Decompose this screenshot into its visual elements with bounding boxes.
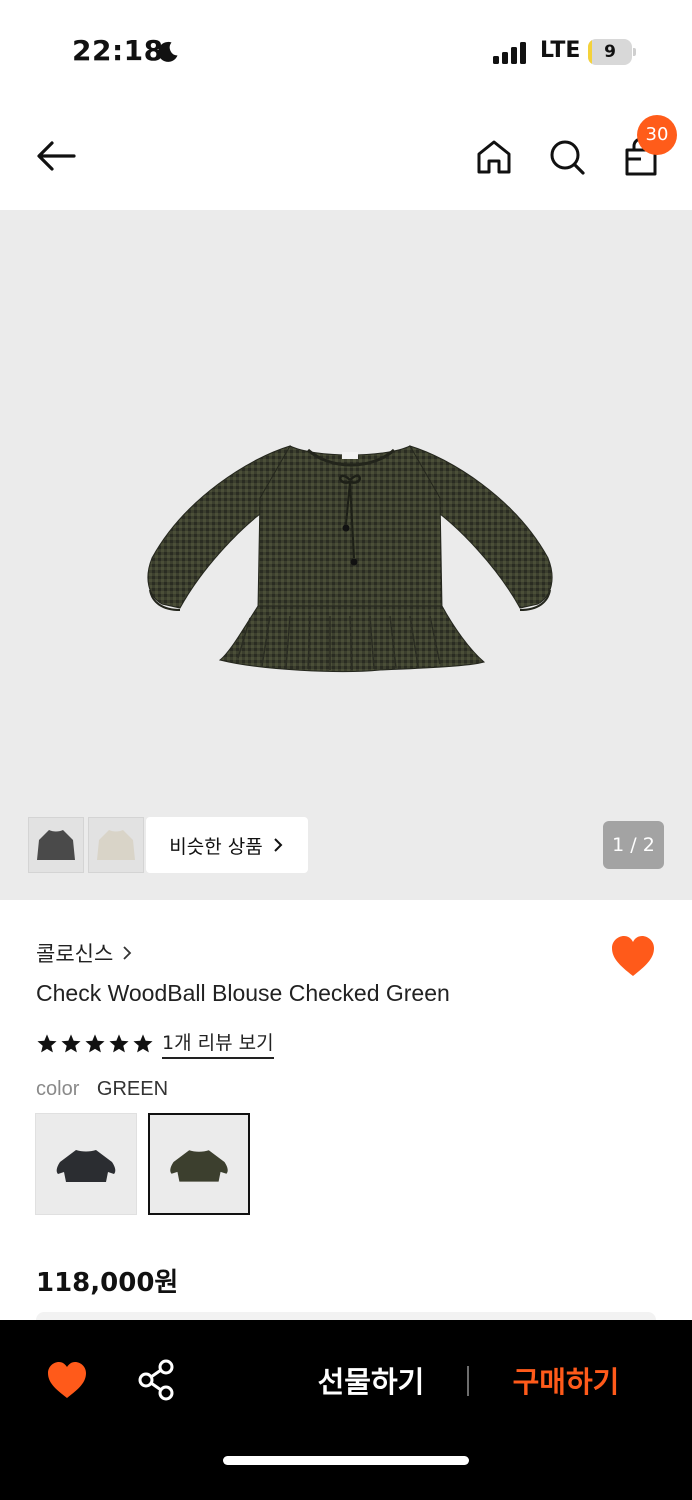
- gift-button[interactable]: 선물하기: [312, 1360, 430, 1404]
- rating-stars: [36, 1033, 154, 1055]
- product-name: Check WoodBall Blouse Checked Green: [36, 980, 450, 1006]
- heart-icon[interactable]: [610, 934, 656, 980]
- image-page-indicator: 1 / 2: [603, 821, 664, 869]
- search-icon: [550, 140, 585, 175]
- star-icon: [85, 1033, 105, 1052]
- back-arrow-icon: [37, 141, 76, 171]
- color-option-row: color GREEN: [36, 1078, 168, 1101]
- home-button[interactable]: [470, 133, 518, 181]
- battery-level: 9: [604, 42, 616, 62]
- home-icon: [477, 140, 511, 174]
- chevron-right-icon: [274, 838, 283, 852]
- moon-icon: [158, 41, 178, 62]
- star-icon: [61, 1033, 81, 1052]
- back-button[interactable]: [32, 132, 80, 180]
- option-label: color: [36, 1078, 80, 1100]
- status-bar: 22:18 LTE 9: [0, 0, 692, 100]
- similar-product-thumbnail[interactable]: [28, 817, 84, 873]
- brand-link[interactable]: 콜로신스: [36, 938, 133, 968]
- similar-products-button[interactable]: 비슷한 상품: [146, 817, 308, 873]
- buy-button[interactable]: 구매하기: [506, 1360, 626, 1404]
- color-swatch-black[interactable]: [35, 1113, 137, 1215]
- similar-products-label: 비슷한 상품: [169, 835, 263, 858]
- brand-name: 콜로신스: [36, 942, 114, 966]
- star-icon: [133, 1033, 153, 1052]
- cart-count-badge: 30: [637, 115, 677, 155]
- rating-row: 1개 리뷰 보기: [36, 1028, 274, 1059]
- status-time: 22:18: [72, 34, 164, 67]
- review-link[interactable]: 1개 리뷰 보기: [162, 1028, 274, 1059]
- product-image[interactable]: [140, 438, 560, 678]
- star-icon: [109, 1033, 129, 1052]
- option-value: GREEN: [96, 1078, 169, 1100]
- signal-icon: [493, 42, 526, 64]
- heart-icon[interactable]: [46, 1360, 88, 1402]
- bottom-action-bar: 선물하기 구매하기: [0, 1320, 692, 1500]
- share-icon[interactable]: [136, 1358, 178, 1402]
- star-icon: [37, 1033, 57, 1052]
- color-swatch-green[interactable]: [148, 1113, 250, 1215]
- product-price: 118,000원: [36, 1268, 179, 1298]
- chevron-right-icon: [123, 946, 132, 960]
- home-indicator: [223, 1456, 469, 1465]
- battery-icon: 9: [588, 39, 636, 65]
- top-navigation: [0, 100, 692, 210]
- product-gallery[interactable]: 비슷한 상품 1 / 2: [0, 210, 692, 900]
- search-button[interactable]: [543, 133, 591, 181]
- network-type: LTE: [540, 38, 581, 63]
- similar-product-thumbnail[interactable]: [88, 817, 144, 873]
- divider: [467, 1366, 469, 1396]
